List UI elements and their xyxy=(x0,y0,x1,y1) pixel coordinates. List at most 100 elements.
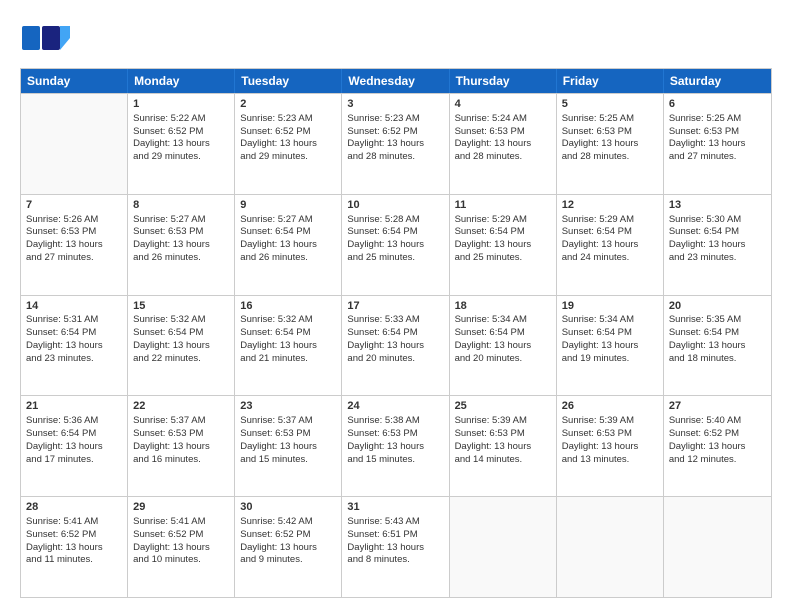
day-info-line: Sunrise: 5:38 AM xyxy=(347,415,419,426)
day-info-line: and 28 minutes. xyxy=(562,151,630,162)
day-info-line: Sunset: 6:53 PM xyxy=(669,126,739,137)
day-info-line: Sunrise: 5:28 AM xyxy=(347,214,419,225)
day-info-line: Sunset: 6:52 PM xyxy=(240,126,310,137)
header xyxy=(20,18,772,58)
day-info-line: and 23 minutes. xyxy=(26,353,94,364)
day-info-line: Daylight: 13 hours xyxy=(455,239,532,250)
cal-day-2: 2Sunrise: 5:23 AMSunset: 6:52 PMDaylight… xyxy=(235,94,342,194)
day-info-line: and 20 minutes. xyxy=(455,353,523,364)
day-number-5: 5 xyxy=(562,97,658,112)
day-info-line: Sunrise: 5:39 AM xyxy=(562,415,634,426)
day-info-line: Daylight: 13 hours xyxy=(133,340,210,351)
day-number-2: 2 xyxy=(240,97,336,112)
cal-header-wednesday: Wednesday xyxy=(342,69,449,93)
day-info-line: and 14 minutes. xyxy=(455,454,523,465)
day-info-line: Daylight: 13 hours xyxy=(347,239,424,250)
cal-day-12: 12Sunrise: 5:29 AMSunset: 6:54 PMDayligh… xyxy=(557,195,664,295)
day-number-17: 17 xyxy=(347,299,443,314)
day-info-line: Sunset: 6:52 PM xyxy=(240,529,310,540)
day-info-line: Sunrise: 5:23 AM xyxy=(240,113,312,124)
cal-day-8: 8Sunrise: 5:27 AMSunset: 6:53 PMDaylight… xyxy=(128,195,235,295)
day-info-line: and 19 minutes. xyxy=(562,353,630,364)
day-info-line: Sunrise: 5:25 AM xyxy=(669,113,741,124)
cal-day-16: 16Sunrise: 5:32 AMSunset: 6:54 PMDayligh… xyxy=(235,296,342,396)
day-info-line: Daylight: 13 hours xyxy=(562,441,639,452)
cal-day-13: 13Sunrise: 5:30 AMSunset: 6:54 PMDayligh… xyxy=(664,195,771,295)
cal-day-25: 25Sunrise: 5:39 AMSunset: 6:53 PMDayligh… xyxy=(450,396,557,496)
day-info-line: and 12 minutes. xyxy=(669,454,737,465)
day-info-line: and 15 minutes. xyxy=(240,454,308,465)
day-info-line: and 16 minutes. xyxy=(133,454,201,465)
day-number-20: 20 xyxy=(669,299,766,314)
day-number-22: 22 xyxy=(133,399,229,414)
logo xyxy=(20,18,74,58)
day-info-line: Daylight: 13 hours xyxy=(669,239,746,250)
day-info-line: Sunrise: 5:23 AM xyxy=(347,113,419,124)
day-info-line: Sunrise: 5:27 AM xyxy=(133,214,205,225)
cal-day-11: 11Sunrise: 5:29 AMSunset: 6:54 PMDayligh… xyxy=(450,195,557,295)
day-info-line: Sunset: 6:54 PM xyxy=(133,327,203,338)
cal-day-4: 4Sunrise: 5:24 AMSunset: 6:53 PMDaylight… xyxy=(450,94,557,194)
day-number-27: 27 xyxy=(669,399,766,414)
day-number-31: 31 xyxy=(347,500,443,515)
cal-day-empty xyxy=(557,497,664,597)
day-info-line: Sunset: 6:52 PM xyxy=(669,428,739,439)
day-info-line: Daylight: 13 hours xyxy=(133,239,210,250)
cal-day-18: 18Sunrise: 5:34 AMSunset: 6:54 PMDayligh… xyxy=(450,296,557,396)
day-info-line: Sunset: 6:54 PM xyxy=(26,428,96,439)
day-number-11: 11 xyxy=(455,198,551,213)
day-info-line: Sunrise: 5:22 AM xyxy=(133,113,205,124)
day-number-24: 24 xyxy=(347,399,443,414)
cal-day-30: 30Sunrise: 5:42 AMSunset: 6:52 PMDayligh… xyxy=(235,497,342,597)
logo-icon xyxy=(20,18,70,58)
cal-week-4: 21Sunrise: 5:36 AMSunset: 6:54 PMDayligh… xyxy=(21,395,771,496)
day-info-line: Daylight: 13 hours xyxy=(562,138,639,149)
day-info-line: Daylight: 13 hours xyxy=(347,441,424,452)
cal-day-28: 28Sunrise: 5:41 AMSunset: 6:52 PMDayligh… xyxy=(21,497,128,597)
page: SundayMondayTuesdayWednesdayThursdayFrid… xyxy=(0,0,792,612)
cal-day-9: 9Sunrise: 5:27 AMSunset: 6:54 PMDaylight… xyxy=(235,195,342,295)
day-info-line: Sunrise: 5:27 AM xyxy=(240,214,312,225)
cal-header-saturday: Saturday xyxy=(664,69,771,93)
day-number-15: 15 xyxy=(133,299,229,314)
day-number-3: 3 xyxy=(347,97,443,112)
day-info-line: and 24 minutes. xyxy=(562,252,630,263)
cal-header-thursday: Thursday xyxy=(450,69,557,93)
day-info-line: Sunrise: 5:29 AM xyxy=(562,214,634,225)
day-number-29: 29 xyxy=(133,500,229,515)
day-number-26: 26 xyxy=(562,399,658,414)
day-info-line: Sunrise: 5:40 AM xyxy=(669,415,741,426)
day-info-line: and 18 minutes. xyxy=(669,353,737,364)
day-info-line: Sunset: 6:52 PM xyxy=(133,126,203,137)
cal-day-17: 17Sunrise: 5:33 AMSunset: 6:54 PMDayligh… xyxy=(342,296,449,396)
day-info-line: Sunset: 6:54 PM xyxy=(347,226,417,237)
day-info-line: and 9 minutes. xyxy=(240,554,302,565)
day-info-line: Sunset: 6:54 PM xyxy=(26,327,96,338)
day-info-line: Sunset: 6:54 PM xyxy=(669,226,739,237)
day-info-line: and 13 minutes. xyxy=(562,454,630,465)
cal-day-21: 21Sunrise: 5:36 AMSunset: 6:54 PMDayligh… xyxy=(21,396,128,496)
day-info-line: Sunset: 6:53 PM xyxy=(240,428,310,439)
cal-day-26: 26Sunrise: 5:39 AMSunset: 6:53 PMDayligh… xyxy=(557,396,664,496)
day-info-line: Daylight: 13 hours xyxy=(240,239,317,250)
day-number-12: 12 xyxy=(562,198,658,213)
day-info-line: and 8 minutes. xyxy=(347,554,409,565)
day-info-line: Sunrise: 5:34 AM xyxy=(455,314,527,325)
cal-day-23: 23Sunrise: 5:37 AMSunset: 6:53 PMDayligh… xyxy=(235,396,342,496)
day-number-21: 21 xyxy=(26,399,122,414)
day-info-line: Sunrise: 5:41 AM xyxy=(26,516,98,527)
cal-week-1: 1Sunrise: 5:22 AMSunset: 6:52 PMDaylight… xyxy=(21,93,771,194)
day-info-line: Daylight: 13 hours xyxy=(240,441,317,452)
day-info-line: Sunset: 6:53 PM xyxy=(455,126,525,137)
cal-day-15: 15Sunrise: 5:32 AMSunset: 6:54 PMDayligh… xyxy=(128,296,235,396)
cal-day-29: 29Sunrise: 5:41 AMSunset: 6:52 PMDayligh… xyxy=(128,497,235,597)
day-info-line: and 25 minutes. xyxy=(455,252,523,263)
cal-day-empty xyxy=(21,94,128,194)
day-number-7: 7 xyxy=(26,198,122,213)
cal-day-22: 22Sunrise: 5:37 AMSunset: 6:53 PMDayligh… xyxy=(128,396,235,496)
day-info-line: Sunrise: 5:26 AM xyxy=(26,214,98,225)
cal-day-27: 27Sunrise: 5:40 AMSunset: 6:52 PMDayligh… xyxy=(664,396,771,496)
day-number-9: 9 xyxy=(240,198,336,213)
day-number-25: 25 xyxy=(455,399,551,414)
day-info-line: Sunrise: 5:30 AM xyxy=(669,214,741,225)
